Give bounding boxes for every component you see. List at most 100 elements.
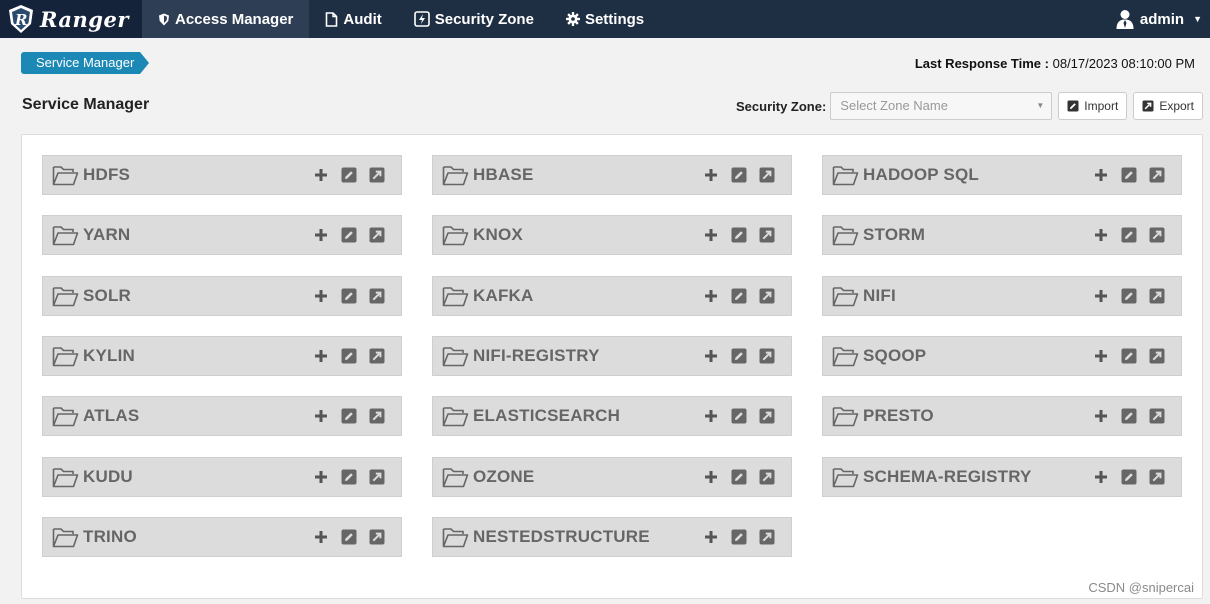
- edit-service-icon[interactable]: [341, 348, 357, 364]
- edit-service-icon[interactable]: [1121, 408, 1137, 424]
- folder-icon: [442, 526, 469, 548]
- add-service-icon[interactable]: [313, 167, 329, 183]
- service-name[interactable]: ELASTICSEARCH: [473, 406, 620, 426]
- view-service-icon[interactable]: [759, 227, 775, 243]
- service-name[interactable]: YARN: [83, 225, 130, 245]
- view-service-icon[interactable]: [1149, 348, 1165, 364]
- add-service-icon[interactable]: [1093, 408, 1109, 424]
- nav-access-manager[interactable]: Access Manager: [142, 0, 310, 38]
- service-name[interactable]: HBASE: [473, 165, 534, 185]
- service-actions: [691, 277, 775, 315]
- add-service-icon[interactable]: [313, 348, 329, 364]
- add-service-icon[interactable]: [703, 469, 719, 485]
- service-name[interactable]: NIFI: [863, 286, 896, 306]
- add-service-icon[interactable]: [313, 529, 329, 545]
- view-service-icon[interactable]: [1149, 469, 1165, 485]
- edit-service-icon[interactable]: [1121, 348, 1137, 364]
- view-service-icon[interactable]: [759, 348, 775, 364]
- add-service-icon[interactable]: [313, 469, 329, 485]
- edit-service-icon[interactable]: [1121, 288, 1137, 304]
- edit-service-icon[interactable]: [341, 227, 357, 243]
- view-service-icon[interactable]: [369, 167, 385, 183]
- edit-service-icon[interactable]: [341, 469, 357, 485]
- service-actions: [691, 337, 775, 375]
- view-service-icon[interactable]: [1149, 167, 1165, 183]
- edit-service-icon[interactable]: [731, 348, 747, 364]
- view-service-icon[interactable]: [759, 408, 775, 424]
- add-service-icon[interactable]: [703, 167, 719, 183]
- import-button[interactable]: Import: [1058, 92, 1128, 120]
- service-name[interactable]: NESTEDSTRUCTURE: [473, 527, 650, 547]
- view-service-icon[interactable]: [369, 408, 385, 424]
- nav-settings[interactable]: Settings: [550, 0, 660, 38]
- brand-logo[interactable]: R Ranger: [0, 0, 142, 38]
- export-button[interactable]: Export: [1133, 92, 1203, 120]
- service-name[interactable]: TRINO: [83, 527, 137, 547]
- service-name[interactable]: OZONE: [473, 467, 534, 487]
- view-service-icon[interactable]: [759, 167, 775, 183]
- add-service-icon[interactable]: [703, 408, 719, 424]
- view-service-icon[interactable]: [369, 227, 385, 243]
- add-service-icon[interactable]: [1093, 167, 1109, 183]
- service-name[interactable]: SQOOP: [863, 346, 926, 366]
- add-service-icon[interactable]: [703, 529, 719, 545]
- add-service-icon[interactable]: [1093, 348, 1109, 364]
- view-service-icon[interactable]: [1149, 288, 1165, 304]
- service-actions: [301, 156, 385, 194]
- folder-icon: [442, 285, 469, 307]
- edit-service-icon[interactable]: [341, 167, 357, 183]
- view-service-icon[interactable]: [369, 348, 385, 364]
- edit-service-icon[interactable]: [1121, 469, 1137, 485]
- nav-security-zone[interactable]: Security Zone: [398, 0, 550, 38]
- username: admin: [1139, 10, 1185, 28]
- nav-audit[interactable]: Audit: [309, 0, 397, 38]
- view-service-icon[interactable]: [369, 288, 385, 304]
- view-service-icon[interactable]: [759, 288, 775, 304]
- view-service-icon[interactable]: [759, 469, 775, 485]
- edit-service-icon[interactable]: [341, 529, 357, 545]
- edit-service-icon[interactable]: [731, 529, 747, 545]
- service-name[interactable]: KNOX: [473, 225, 523, 245]
- service-actions: [301, 458, 385, 496]
- add-service-icon[interactable]: [703, 227, 719, 243]
- service-name[interactable]: PRESTO: [863, 406, 934, 426]
- user-menu[interactable]: admin ▼: [1116, 0, 1202, 38]
- service-name[interactable]: KUDU: [83, 467, 133, 487]
- breadcrumb-service-manager[interactable]: Service Manager: [21, 52, 141, 74]
- service-card: STORM: [822, 215, 1182, 255]
- service-name[interactable]: ATLAS: [83, 406, 139, 426]
- edit-service-icon[interactable]: [341, 288, 357, 304]
- view-service-icon[interactable]: [369, 529, 385, 545]
- add-service-icon[interactable]: [313, 288, 329, 304]
- add-service-icon[interactable]: [703, 348, 719, 364]
- service-name[interactable]: NIFI-REGISTRY: [473, 346, 600, 366]
- service-name[interactable]: KYLIN: [83, 346, 135, 366]
- add-service-icon[interactable]: [1093, 227, 1109, 243]
- security-zone-select[interactable]: Select Zone Name ▼: [830, 92, 1053, 120]
- edit-service-icon[interactable]: [731, 227, 747, 243]
- view-service-icon[interactable]: [1149, 227, 1165, 243]
- add-service-icon[interactable]: [1093, 469, 1109, 485]
- service-name[interactable]: HADOOP SQL: [863, 165, 979, 185]
- edit-service-icon[interactable]: [1121, 167, 1137, 183]
- view-service-icon[interactable]: [759, 529, 775, 545]
- edit-service-icon[interactable]: [731, 469, 747, 485]
- service-name[interactable]: KAFKA: [473, 286, 534, 306]
- edit-service-icon[interactable]: [341, 408, 357, 424]
- edit-service-icon[interactable]: [731, 167, 747, 183]
- view-service-icon[interactable]: [1149, 408, 1165, 424]
- edit-service-icon[interactable]: [731, 288, 747, 304]
- service-actions: [1081, 216, 1165, 254]
- view-service-icon[interactable]: [369, 469, 385, 485]
- add-service-icon[interactable]: [703, 288, 719, 304]
- service-name[interactable]: HDFS: [83, 165, 130, 185]
- edit-service-icon[interactable]: [731, 408, 747, 424]
- add-service-icon[interactable]: [313, 408, 329, 424]
- service-name[interactable]: SCHEMA-REGISTRY: [863, 467, 1032, 487]
- edit-service-icon[interactable]: [1121, 227, 1137, 243]
- service-name[interactable]: STORM: [863, 225, 925, 245]
- service-name[interactable]: SOLR: [83, 286, 131, 306]
- add-service-icon[interactable]: [313, 227, 329, 243]
- service-actions: [1081, 397, 1165, 435]
- add-service-icon[interactable]: [1093, 288, 1109, 304]
